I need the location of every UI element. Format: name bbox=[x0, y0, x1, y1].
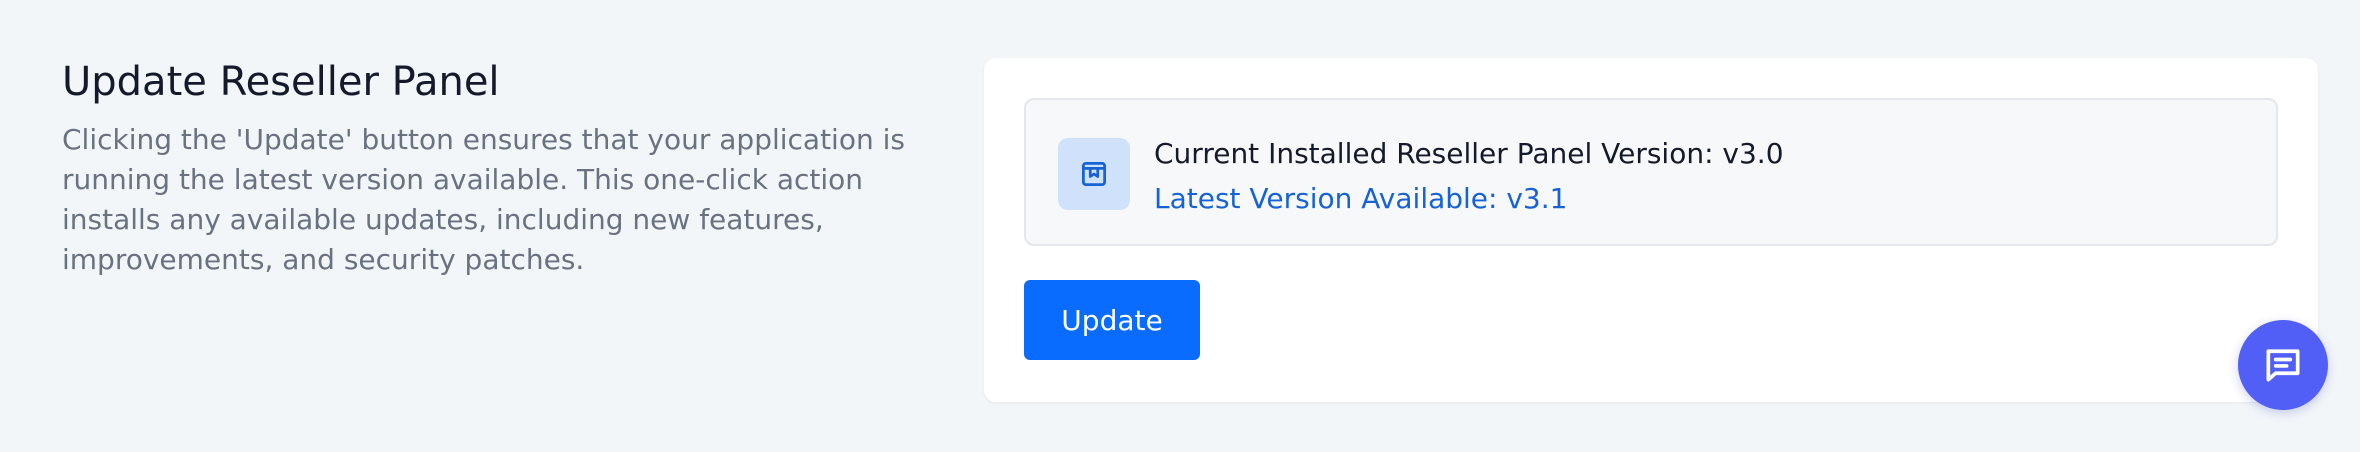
update-card: Current Installed Reseller Panel Version… bbox=[984, 58, 2318, 402]
section-description: Clicking the 'Update' button ensures tha… bbox=[62, 123, 905, 276]
update-section-info: Update Reseller Panel Clicking the 'Upda… bbox=[62, 56, 942, 280]
chat-button[interactable] bbox=[2238, 320, 2328, 410]
version-text-group: Current Installed Reseller Panel Version… bbox=[1154, 134, 1784, 219]
latest-version-text: Latest Version Available: v3.1 bbox=[1154, 182, 1568, 215]
archive-box-icon bbox=[1058, 138, 1130, 210]
chat-message-icon bbox=[2261, 343, 2305, 387]
section-title: Update Reseller Panel bbox=[62, 59, 500, 105]
version-info-box: Current Installed Reseller Panel Version… bbox=[1024, 98, 2278, 246]
current-version-text: Current Installed Reseller Panel Version… bbox=[1154, 137, 1784, 170]
update-button[interactable]: Update bbox=[1024, 280, 1200, 360]
